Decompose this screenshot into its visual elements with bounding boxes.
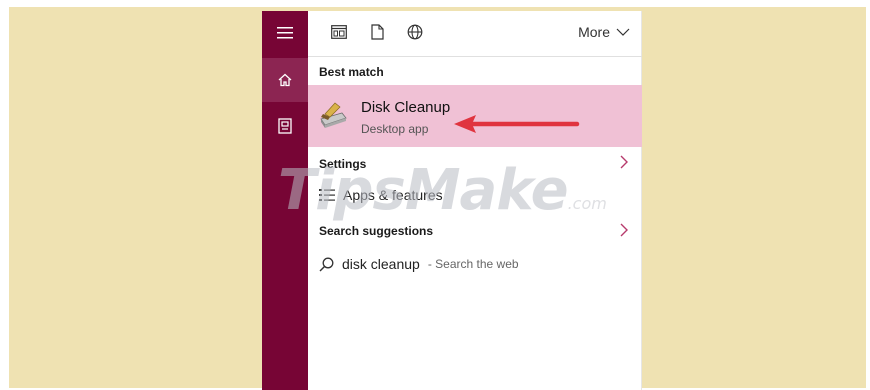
- web-filter-icon: [407, 24, 423, 40]
- suggestion-query: disk cleanup: [342, 256, 420, 272]
- web-filter-button[interactable]: [406, 23, 424, 41]
- documents-filter-button[interactable]: [368, 23, 386, 41]
- best-match-result[interactable]: Disk Cleanup Desktop app: [308, 85, 642, 147]
- divider: [308, 56, 642, 57]
- more-filters-button[interactable]: More: [578, 24, 630, 40]
- search-suggestions-header: Search suggestions: [319, 224, 434, 238]
- best-match-header: Best match: [319, 65, 384, 79]
- documents-icon: [278, 118, 292, 134]
- more-label: More: [578, 24, 610, 40]
- start-rail: [262, 11, 308, 390]
- hamburger-icon: [277, 27, 293, 39]
- suggestion-hint: - Search the web: [427, 257, 519, 271]
- apps-features-item[interactable]: Apps & features: [319, 187, 443, 203]
- documents-filter-icon: [370, 24, 384, 40]
- chevron-right-icon: [620, 155, 628, 169]
- apps-filter-button[interactable]: [330, 23, 348, 41]
- settings-expand-chevron[interactable]: [620, 154, 628, 172]
- documents-button[interactable]: [262, 104, 308, 148]
- suggestions-expand-chevron[interactable]: [620, 222, 628, 240]
- best-match-title: Disk Cleanup: [361, 99, 451, 116]
- annotation-arrow: [454, 115, 580, 133]
- apps-filter-icon: [331, 25, 347, 39]
- hamburger-menu-button[interactable]: [262, 11, 308, 55]
- apps-features-label: Apps & features: [343, 187, 443, 203]
- apps-features-icon: [319, 189, 335, 201]
- disk-cleanup-icon: [320, 102, 347, 128]
- home-icon: [278, 73, 292, 87]
- chevron-right-icon: [620, 223, 628, 237]
- best-match-subtitle: Desktop app: [361, 122, 429, 136]
- chevron-down-icon: [616, 28, 630, 36]
- settings-header: Settings: [319, 157, 367, 171]
- search-icon: [319, 257, 334, 271]
- search-results-panel: More Best match Disk Cleanup Desktop app…: [308, 11, 642, 390]
- home-button[interactable]: [262, 58, 308, 102]
- web-suggestion-item[interactable]: disk cleanup - Search the web: [319, 256, 519, 272]
- filter-bar: More: [308, 11, 642, 55]
